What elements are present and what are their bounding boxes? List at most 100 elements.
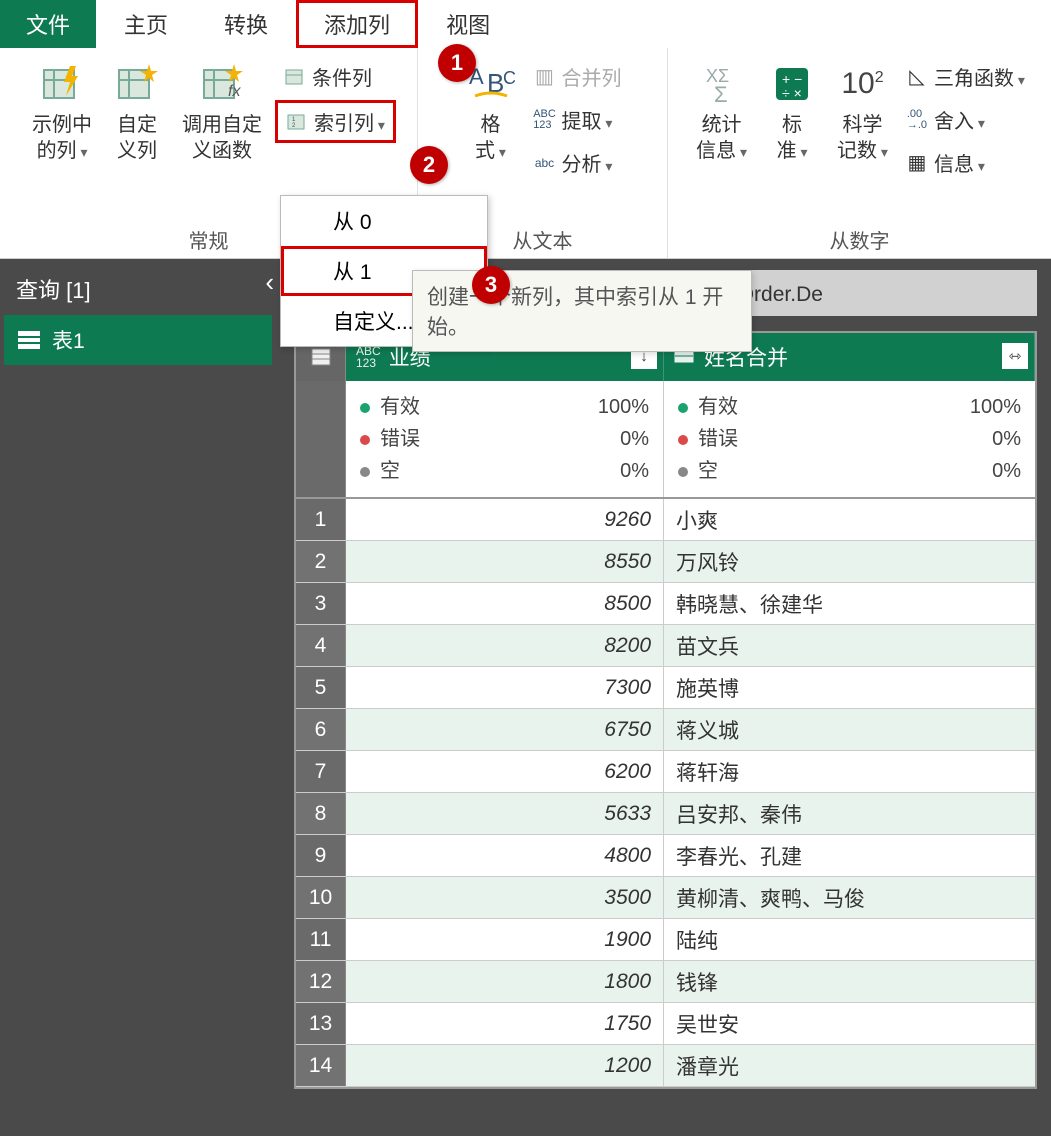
tooltip-index-from-1: 创建一个新列，其中索引从 1 开始。 (412, 270, 752, 352)
cell-yeji[interactable]: 6200 (346, 751, 664, 792)
tab-home[interactable]: 主页 (96, 0, 196, 48)
content-area: ✕ ✓ = Table.Sort(分组的行,{{"业绩", Order.De A… (280, 259, 1051, 1136)
expand-icon[interactable]: ⇿ (1002, 343, 1028, 369)
table-row[interactable]: 94800李春光、孔建 (296, 835, 1035, 877)
tab-add-column[interactable]: 添加列 (296, 0, 418, 48)
conditional-column-button[interactable]: 条件列 (276, 58, 395, 95)
format-label: 格 式 (475, 112, 506, 165)
custom-column-label: 自定 义列 (117, 112, 157, 164)
cell-yeji[interactable]: 1800 (346, 961, 664, 1002)
collapse-pane-button[interactable]: ‹ (265, 267, 274, 298)
index-column-button[interactable]: 12 索引列 (276, 101, 395, 142)
row-number: 3 (296, 583, 346, 624)
scientific-button[interactable]: 102 科学 记数 (827, 54, 898, 165)
cell-name[interactable]: 黄柳清、爽鸭、马俊 (664, 877, 1035, 918)
cell-yeji[interactable]: 8500 (346, 583, 664, 624)
table-row[interactable]: 131750吴世安 (296, 1003, 1035, 1045)
cell-yeji[interactable]: 1750 (346, 1003, 664, 1044)
sigma-icon: XΣΣ (697, 58, 747, 110)
cell-yeji[interactable]: 8550 (346, 541, 664, 582)
column-quality-row: 有效100% 错误0% 空0% 有效100% 错误0% 空0% (296, 381, 1035, 499)
callout-badge-2: 2 (410, 146, 448, 184)
triangle-icon: ◺ (906, 66, 928, 88)
cell-yeji[interactable]: 9260 (346, 499, 664, 540)
row-number: 9 (296, 835, 346, 876)
table-row[interactable]: 85633吕安邦、秦伟 (296, 793, 1035, 835)
ribbon: 示例中 的列 自定 义列 fx 调用自定 义函数 条件列 12 索引列 (0, 48, 1051, 259)
svg-text:fx: fx (228, 83, 241, 100)
group-text-label: 从文本 (513, 225, 573, 258)
ribbon-group-number: XΣΣ 统计 信息 + −÷ × 标 准 102 科学 记数 ◺三角函数 .00… (668, 48, 1051, 258)
ribbon-tabs: 文件 主页 转换 添加列 视图 (0, 0, 1051, 48)
table-fx-icon: fx (197, 58, 247, 110)
table-row[interactable]: 121800钱锋 (296, 961, 1035, 1003)
table-row[interactable]: 141200潘章光 (296, 1045, 1035, 1087)
table-row[interactable]: 19260小爽 (296, 499, 1035, 541)
standard-label: 标 准 (777, 112, 808, 165)
calc-icon: + −÷ × (767, 58, 817, 110)
trig-button[interactable]: ◺三角函数 (898, 58, 1033, 95)
table-body: 19260小爽28550万风铃38500韩晓慧、徐建华48200苗文兵57300… (296, 499, 1035, 1087)
invoke-function-label: 调用自定 义函数 (182, 112, 262, 164)
round-button[interactable]: .00→.0舍入 (898, 101, 1033, 138)
table-row[interactable]: 103500黄柳清、爽鸭、马俊 (296, 877, 1035, 919)
quality-col1: 有效100% 错误0% 空0% (346, 381, 664, 497)
callout-badge-1: 1 (438, 44, 476, 82)
row-number: 8 (296, 793, 346, 834)
analyze-button[interactable]: abc分析 (526, 144, 630, 181)
row-number: 1 (296, 499, 346, 540)
standard-button[interactable]: + −÷ × 标 准 (757, 54, 827, 165)
info-icon: ▦ (906, 152, 928, 174)
table-row[interactable]: 38500韩晓慧、徐建华 (296, 583, 1035, 625)
cell-yeji[interactable]: 8200 (346, 625, 664, 666)
row-number: 5 (296, 667, 346, 708)
cell-yeji[interactable]: 6750 (346, 709, 664, 750)
cell-yeji[interactable]: 4800 (346, 835, 664, 876)
cell-yeji[interactable]: 3500 (346, 877, 664, 918)
cell-name[interactable]: 钱锋 (664, 961, 1035, 1002)
cell-name[interactable]: 万风铃 (664, 541, 1035, 582)
table-row[interactable]: 111900陆纯 (296, 919, 1035, 961)
info-button[interactable]: ▦信息 (898, 144, 1033, 181)
query-item-table1[interactable]: 表1 (4, 315, 272, 365)
index-column-label: 索引列 (314, 107, 385, 136)
cell-name[interactable]: 蒋轩海 (664, 751, 1035, 792)
cell-name[interactable]: 韩晓慧、徐建华 (664, 583, 1035, 624)
queries-header: 查询 [1] (0, 259, 280, 315)
svg-text:÷ ×: ÷ × (782, 85, 802, 101)
cell-name[interactable]: 苗文兵 (664, 625, 1035, 666)
cell-yeji[interactable]: 5633 (346, 793, 664, 834)
cell-name[interactable]: 施英博 (664, 667, 1035, 708)
tab-transform[interactable]: 转换 (196, 0, 296, 48)
example-column-button[interactable]: 示例中 的列 (22, 54, 102, 165)
table-row[interactable]: 28550万风铃 (296, 541, 1035, 583)
group-general-label: 常规 (189, 225, 229, 258)
table-lightning-icon (37, 58, 87, 110)
cell-name[interactable]: 吴世安 (664, 1003, 1035, 1044)
cell-name[interactable]: 蒋义城 (664, 709, 1035, 750)
tab-file[interactable]: 文件 (0, 0, 96, 48)
table-icon (18, 331, 40, 349)
stats-button[interactable]: XΣΣ 统计 信息 (686, 54, 757, 165)
cell-name[interactable]: 李春光、孔建 (664, 835, 1035, 876)
table-row[interactable]: 76200蒋轩海 (296, 751, 1035, 793)
cell-yeji[interactable]: 1900 (346, 919, 664, 960)
extract-button[interactable]: ABC123提取 (526, 101, 630, 138)
cell-name[interactable]: 陆纯 (664, 919, 1035, 960)
cell-name[interactable]: 潘章光 (664, 1045, 1035, 1086)
cell-name[interactable]: 吕安邦、秦伟 (664, 793, 1035, 834)
queries-pane: 查询 [1] ‹ 表1 (0, 259, 280, 1136)
cell-yeji[interactable]: 1200 (346, 1045, 664, 1086)
custom-column-button[interactable]: 自定 义列 (102, 54, 172, 164)
merge-columns-button[interactable]: ▥合并列 (526, 58, 630, 95)
table-row[interactable]: 57300施英博 (296, 667, 1035, 709)
invoke-function-button[interactable]: fx 调用自定 义函数 (172, 54, 272, 164)
cell-yeji[interactable]: 7300 (346, 667, 664, 708)
cell-name[interactable]: 小爽 (664, 499, 1035, 540)
tab-view[interactable]: 视图 (418, 0, 518, 48)
table-row[interactable]: 66750蒋义城 (296, 709, 1035, 751)
table-row[interactable]: 48200苗文兵 (296, 625, 1035, 667)
index-from-0[interactable]: 从 0 (281, 196, 487, 246)
table-index-icon: 12 (286, 111, 308, 133)
row-number: 4 (296, 625, 346, 666)
